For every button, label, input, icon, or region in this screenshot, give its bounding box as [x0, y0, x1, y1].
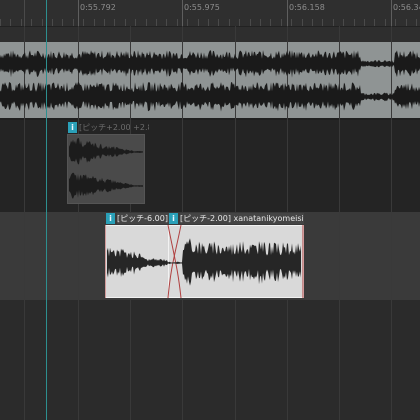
clip-b-label: [ピッチ-6.00] x... [117, 213, 169, 224]
ruler-major-tick [287, 0, 288, 26]
info-icon[interactable]: i [68, 122, 77, 133]
ruler-major-tick [391, 0, 392, 26]
ruler-label: 0:56.34 [393, 3, 420, 12]
track-gap [0, 27, 420, 42]
ruler-major-tick [78, 0, 79, 26]
waveform-channel [69, 138, 143, 165]
clip-a-label: [ピッチ+2.00 +2.82... [79, 123, 149, 132]
waveform-channel [0, 82, 420, 112]
waveform-channel [0, 50, 420, 78]
ruler-label: 0:55.975 [184, 3, 220, 12]
ruler-label: 0:55.792 [80, 3, 116, 12]
playhead-cursor[interactable] [46, 0, 47, 420]
clips-bc-waveform [105, 225, 304, 298]
waveform-channel [107, 238, 301, 286]
waveform-channel [69, 172, 143, 199]
ruler-label: 0:56.158 [289, 3, 325, 12]
timeline-ruler[interactable]: 0:55.792 0:55.975 0:56.158 0:56.34 [0, 0, 420, 27]
ruler-minor-tick [24, 0, 25, 26]
ruler-major-tick [182, 0, 183, 26]
clip-c-label: [ピッチ-2.00] xanatanikyomeisiteyam... [180, 213, 304, 224]
track-4-empty[interactable] [0, 300, 420, 420]
track-2[interactable] [0, 120, 420, 212]
clip-a-waveform [69, 138, 143, 199]
info-icon[interactable]: i [169, 213, 178, 224]
track-1-waveform[interactable] [0, 42, 420, 118]
info-icon[interactable]: i [106, 213, 115, 224]
